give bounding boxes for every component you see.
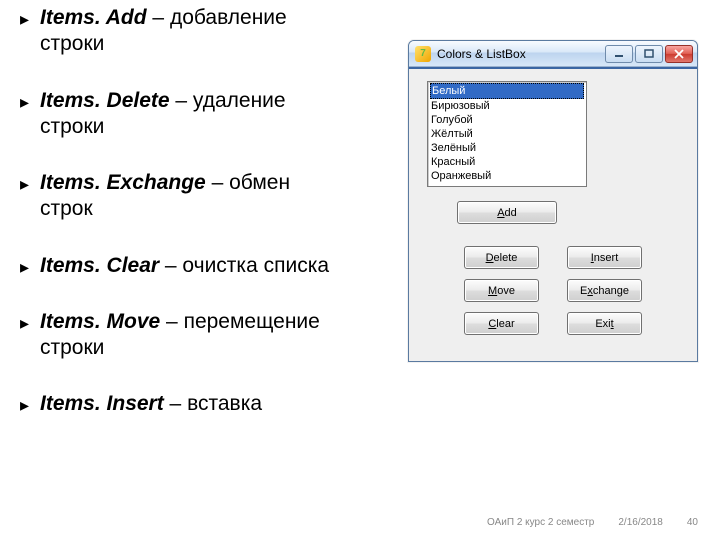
- bullet-rest: строки: [40, 115, 104, 138]
- bullet-method: Items. Add: [40, 6, 147, 29]
- app-icon: 7: [415, 46, 431, 62]
- footer-page: 40: [687, 517, 698, 528]
- bullet-desc: – перемещение: [160, 310, 320, 333]
- bullet-method: Items. Insert: [40, 392, 164, 415]
- footer-course: ОАиП 2 курс 2 семестр: [487, 517, 594, 528]
- minimize-icon: [614, 49, 624, 59]
- add-button[interactable]: Add: [457, 201, 557, 224]
- bullet-method: Items. Move: [40, 310, 160, 333]
- footer-date: 2/16/2018: [618, 517, 663, 528]
- insert-button[interactable]: Insert: [567, 246, 642, 269]
- window-title: Colors & ListBox: [437, 47, 605, 61]
- list-item[interactable]: Жёлтый: [431, 127, 583, 141]
- bullet-item: Items. Add – добавление строки: [20, 5, 360, 58]
- clear-button[interactable]: Clear: [464, 312, 539, 335]
- bullet-list: Items. Add – добавление строки Items. Del…: [20, 5, 360, 448]
- client-area: Белый Бирюзовый Голубой Жёлтый Зелёный К…: [409, 67, 697, 361]
- delete-button[interactable]: Delete: [464, 246, 539, 269]
- bullet-item: Items. Exchange – обмен строк: [20, 170, 360, 223]
- list-item[interactable]: Красный: [431, 155, 583, 169]
- move-button[interactable]: Move: [464, 279, 539, 302]
- list-item[interactable]: Бирюзовый: [431, 99, 583, 113]
- close-icon: [674, 49, 684, 59]
- bullet-item: Items. Delete – удаление строки: [20, 88, 360, 141]
- list-item[interactable]: Белый: [430, 83, 584, 99]
- bullet-desc: – очистка списка: [159, 254, 329, 277]
- bullet-desc: – обмен: [206, 171, 290, 194]
- colors-listbox[interactable]: Белый Бирюзовый Голубой Жёлтый Зелёный К…: [427, 81, 587, 187]
- list-item[interactable]: Голубой: [431, 113, 583, 127]
- close-button[interactable]: [665, 45, 693, 63]
- slide-footer: ОАиП 2 курс 2 семестр 2/16/2018 40: [487, 517, 698, 528]
- app-window: 7 Colors & ListBox Белый Бирюзовый Голуб…: [408, 40, 698, 362]
- bullet-desc: – вставка: [164, 392, 262, 415]
- minimize-button[interactable]: [605, 45, 633, 63]
- maximize-button[interactable]: [635, 45, 663, 63]
- bullet-rest: строк: [40, 197, 93, 220]
- list-item[interactable]: Оранжевый: [431, 169, 583, 183]
- maximize-icon: [644, 49, 654, 59]
- bullet-rest: строки: [40, 336, 104, 359]
- list-item[interactable]: Зелёный: [431, 141, 583, 155]
- bullet-item: Items. Clear – очистка списка: [20, 253, 360, 279]
- bullet-desc: – удаление: [170, 89, 286, 112]
- exit-button[interactable]: Exit: [567, 312, 642, 335]
- bullet-item: Items. Insert – вставка: [20, 391, 360, 417]
- titlebar[interactable]: 7 Colors & ListBox: [409, 41, 697, 67]
- bullet-method: Items. Clear: [40, 254, 159, 277]
- bullet-desc: – добавление: [147, 6, 287, 29]
- bullet-item: Items. Move – перемещение строки: [20, 309, 360, 362]
- exchange-button[interactable]: Exchange: [567, 279, 642, 302]
- bullet-method: Items. Exchange: [40, 171, 206, 194]
- bullet-method: Items. Delete: [40, 89, 170, 112]
- bullet-rest: строки: [40, 32, 104, 55]
